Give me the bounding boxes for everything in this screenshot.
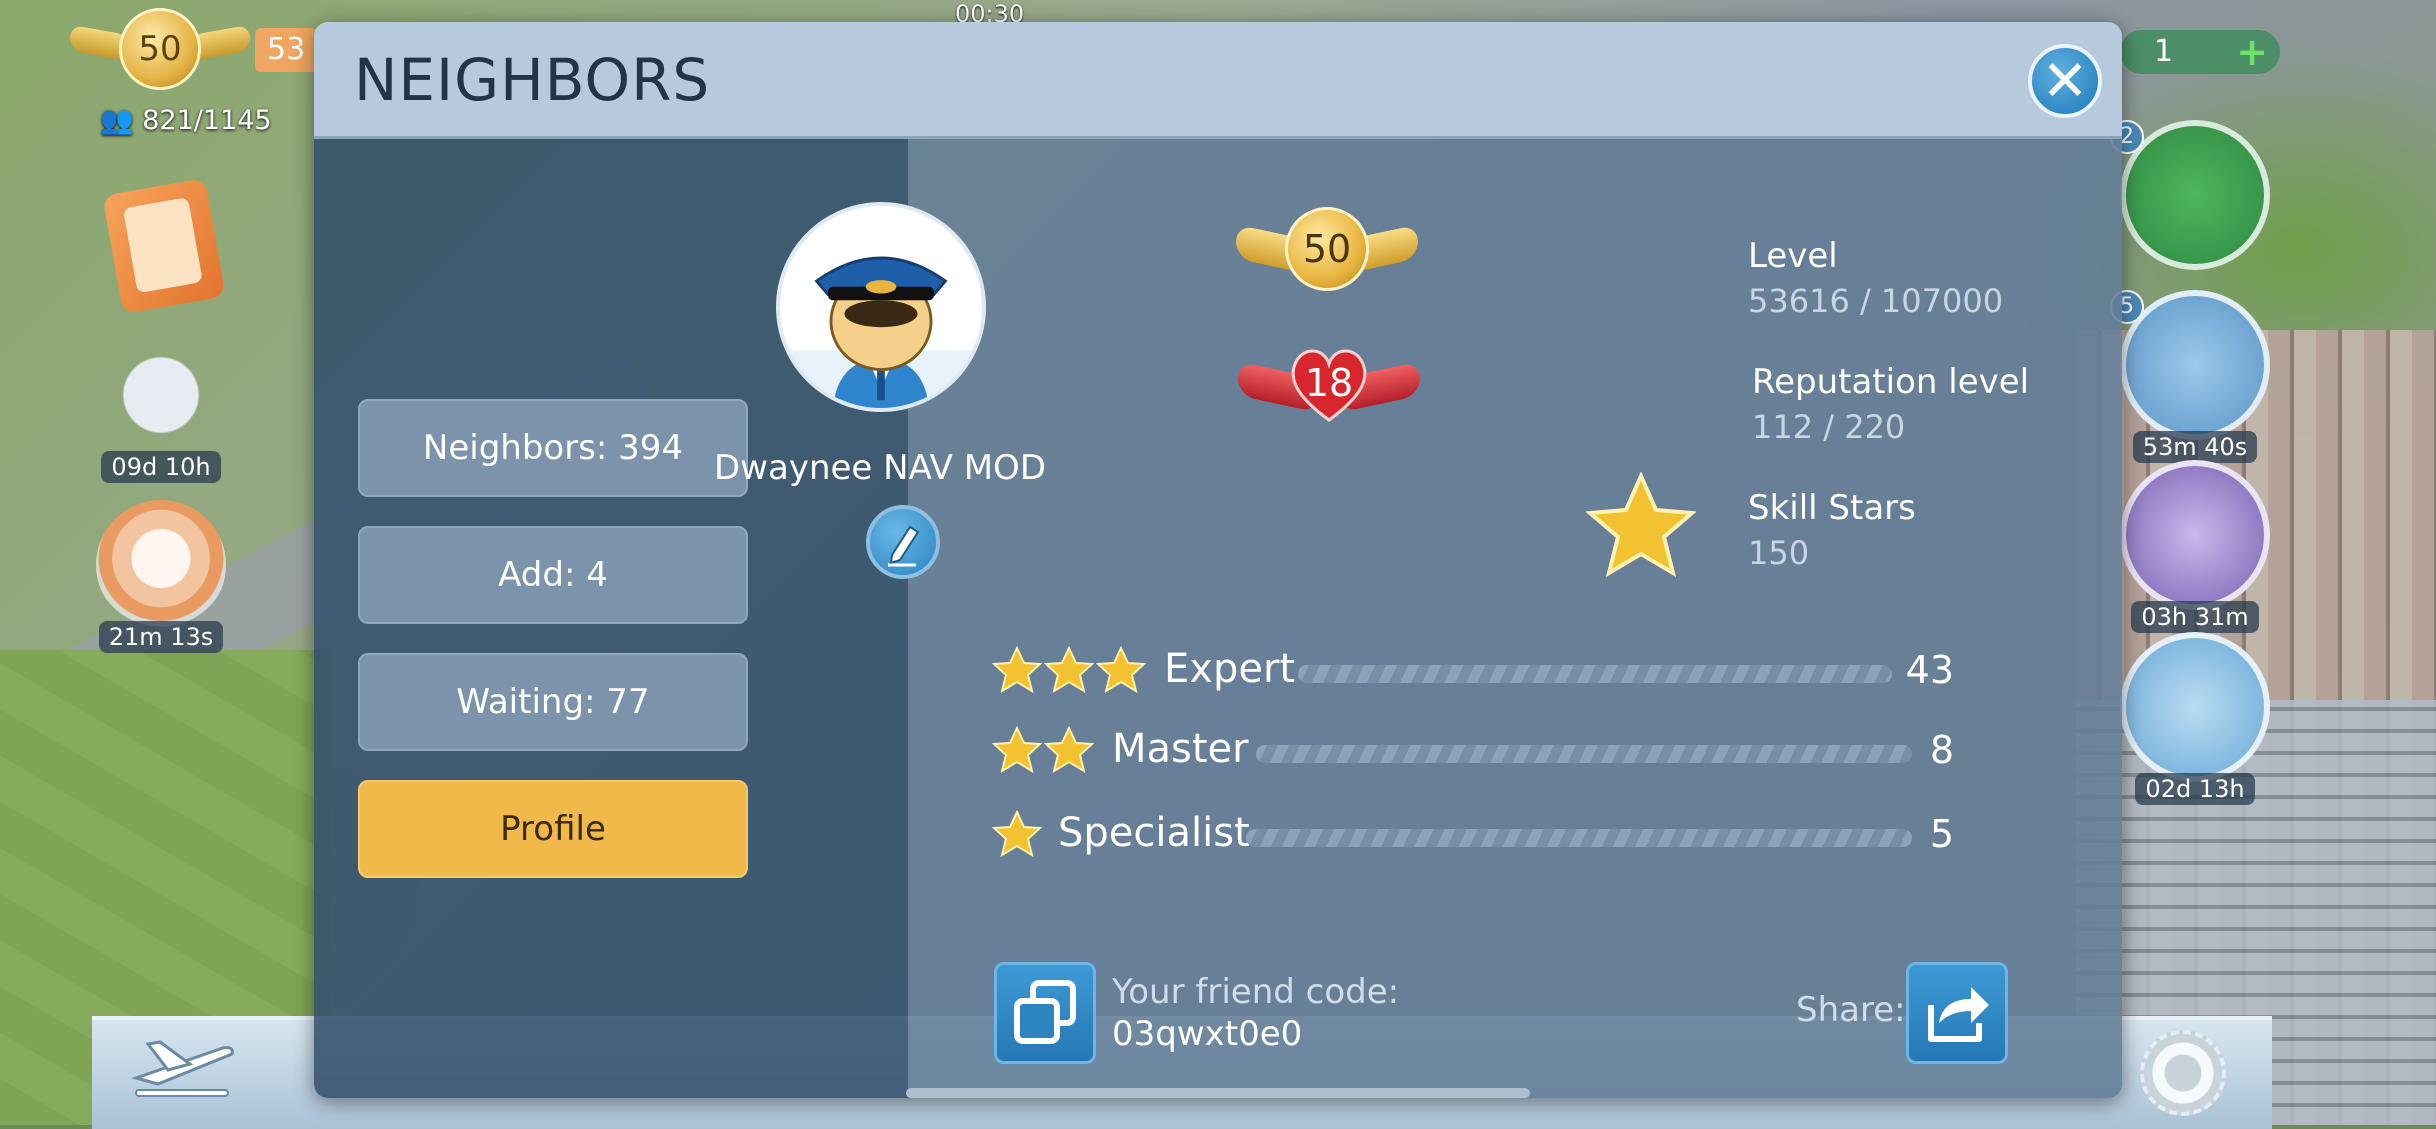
dialog-header: NEIGHBORS ✕: [314, 22, 2122, 139]
xp-counter: 53: [255, 28, 318, 72]
microscope-icon: [96, 330, 226, 460]
close-button[interactable]: ✕: [2028, 44, 2102, 118]
close-icon: ✕: [2041, 49, 2089, 114]
population-value: 821/1145: [142, 105, 272, 136]
right-counter-value: 1: [2154, 34, 2174, 69]
radar-timer: 53m 40s: [2132, 431, 2258, 463]
engine-icon: [2120, 460, 2270, 610]
gauge-icon: [2120, 632, 2270, 782]
plus-icon: +: [2236, 30, 2268, 74]
gauge-timer: 02d 13h: [2135, 773, 2255, 805]
star-icon: [1044, 646, 1094, 694]
level-value: 53616 / 107000: [1748, 282, 2004, 320]
copy-code-button[interactable]: [994, 962, 1096, 1064]
player-level-value: 50: [119, 8, 201, 90]
tower-button[interactable]: 2: [2110, 120, 2270, 270]
gear-icon[interactable]: [2140, 1030, 2226, 1116]
master-track: [1256, 745, 1912, 763]
specialist-label: Specialist: [1058, 810, 1250, 856]
research-timer-label: 09d 10h: [101, 451, 221, 483]
engine-timer: 03h 31m: [2131, 601, 2259, 633]
cupcake-icon: [96, 500, 226, 630]
population-counter: 👥 821/1145: [100, 104, 272, 136]
radar-button[interactable]: 5 53m 40s: [2110, 290, 2270, 463]
expert-count: 43: [1905, 648, 1954, 692]
specialist-count: 5: [1929, 812, 1954, 856]
star-icon: [992, 726, 1042, 774]
friend-code-label: Your friend code:: [1112, 972, 1400, 1012]
skill-stars-value: 150: [1748, 534, 1810, 572]
expert-stars: [992, 646, 1146, 694]
edit-pencil-icon: [888, 525, 920, 567]
people-icon: 👥: [100, 105, 134, 136]
skill-stars-label: Skill Stars: [1748, 488, 1916, 528]
player-name: Dwaynee NAV MOD: [714, 448, 1046, 488]
notebook-icon[interactable]: [102, 177, 226, 315]
master-stars: [992, 726, 1094, 774]
reputation-badge-value: 18: [1304, 361, 1354, 405]
add-button[interactable]: Add: 4: [358, 526, 748, 624]
share-icon: [1928, 987, 1989, 1042]
star-icon: [992, 646, 1042, 694]
research-timer[interactable]: 09d 10h: [96, 330, 226, 483]
star-icon: [1044, 726, 1094, 774]
plane-icon[interactable]: [128, 1030, 238, 1100]
player-level-badge[interactable]: 50: [70, 8, 250, 92]
level-badge-value: 50: [1285, 207, 1369, 291]
scroll-indicator[interactable]: [906, 1088, 1530, 1098]
profile-button[interactable]: Profile: [358, 780, 748, 878]
level-label: Level: [1748, 236, 1838, 276]
expert-label: Expert: [1164, 646, 1296, 692]
master-count: 8: [1929, 728, 1954, 772]
event-timer[interactable]: 21m 13s: [96, 500, 226, 653]
reputation-value: 112 / 220: [1752, 408, 1906, 446]
waiting-button[interactable]: Waiting: 77: [358, 653, 748, 751]
reputation-badge: 18: [1238, 338, 1420, 430]
specialist-stars: [992, 810, 1042, 858]
pilot-avatar: [776, 202, 986, 412]
friend-code-value: 03qwxt0e0: [1112, 1014, 1303, 1054]
level-badge: 50: [1236, 205, 1418, 295]
star-icon: [1096, 646, 1146, 694]
share-button[interactable]: [1906, 962, 2008, 1064]
share-label: Share:: [1796, 990, 1906, 1030]
reputation-label: Reputation level: [1752, 362, 2030, 402]
master-label: Master: [1112, 726, 1249, 772]
skill-star-icon: [1586, 472, 1696, 578]
specialist-track: [1246, 829, 1912, 847]
event-timer-label: 21m 13s: [98, 621, 224, 653]
gauge-button[interactable]: 02d 13h: [2120, 632, 2270, 805]
copy-icon: [1014, 980, 1076, 1044]
right-counter[interactable]: 1 +: [2120, 30, 2280, 74]
neighbors-dialog: NEIGHBORS ✕ Neighbors: 394 Add: 4 Waitin…: [314, 22, 2122, 1098]
star-icon: [992, 810, 1042, 858]
edit-name-button[interactable]: [866, 505, 940, 579]
engine-button[interactable]: 03h 31m: [2120, 460, 2270, 633]
expert-track: [1298, 665, 1892, 683]
dialog-title: NEIGHBORS: [354, 46, 711, 114]
